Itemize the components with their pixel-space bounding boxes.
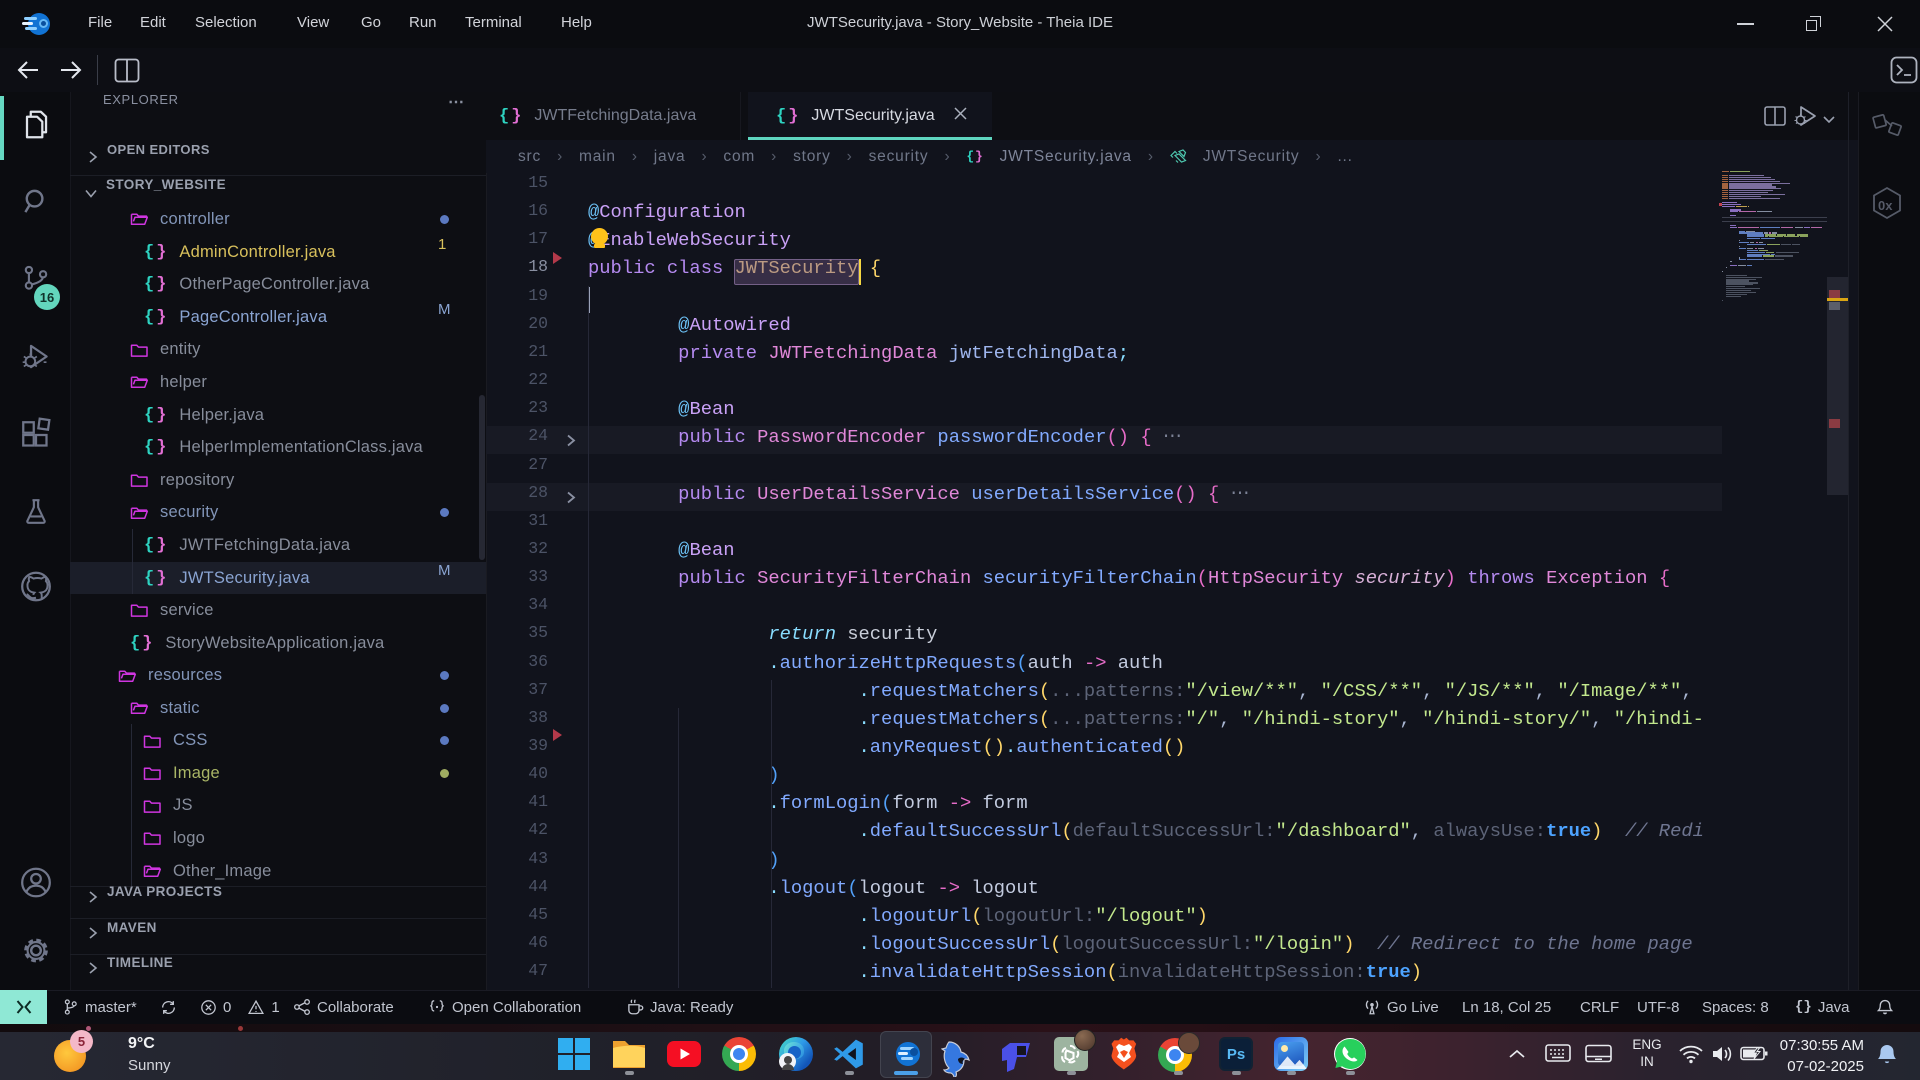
svg-text:0x: 0x [1878,198,1893,213]
